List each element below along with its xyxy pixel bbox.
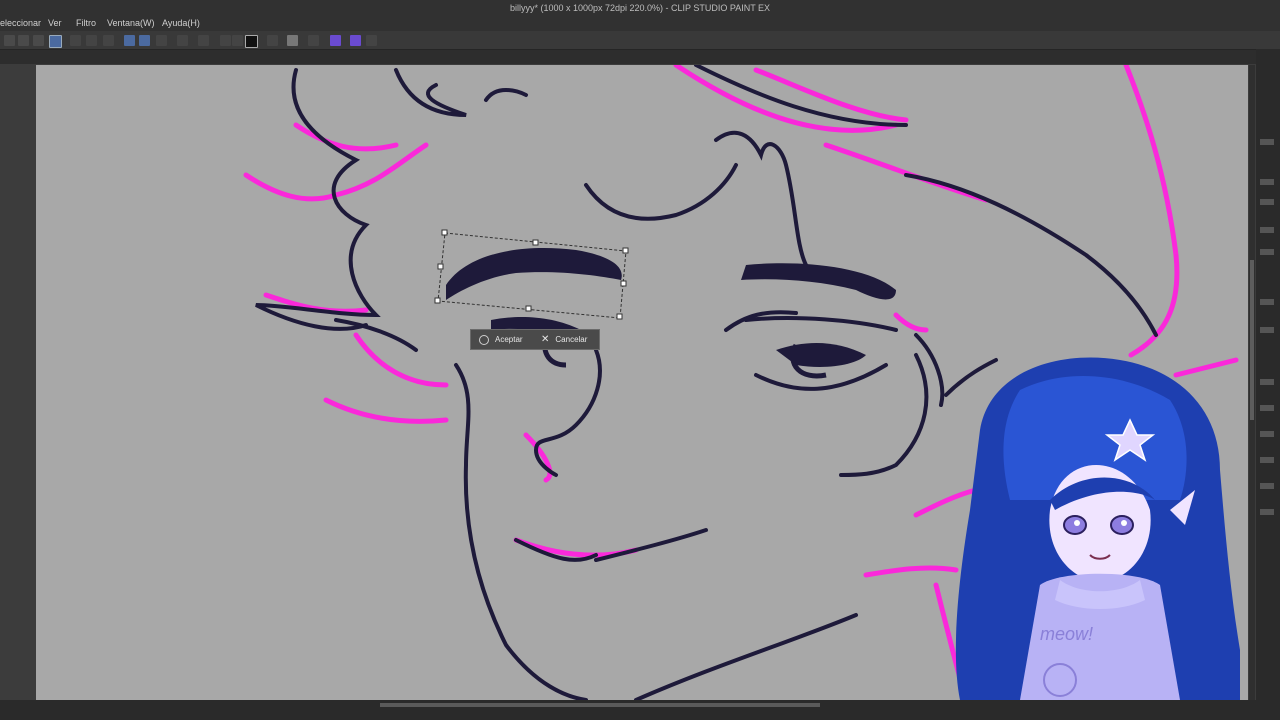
eye-icon[interactable] (1260, 379, 1274, 385)
menu-item-seleccionar[interactable]: eleccionar (0, 16, 41, 31)
accept-button[interactable]: Aceptar (479, 330, 523, 349)
command-toolbar (0, 31, 1280, 50)
gray-swatch-icon[interactable] (287, 35, 298, 46)
panel-tab-icon[interactable] (1260, 179, 1274, 185)
menu-item-ventana[interactable]: Ventana(W) (107, 16, 155, 31)
tone-icon[interactable] (308, 35, 319, 46)
window-title: billyyy* (1000 x 1000px 72dpi 220.0%) - … (0, 0, 1280, 16)
ruler-icon[interactable] (177, 35, 188, 46)
vtuber-avatar-overlay: meow! (940, 350, 1250, 700)
menu-bar: eleccionar Ver Filtro Ventana(W) Ayuda(H… (0, 16, 1280, 31)
panel-tab-icon[interactable] (1260, 327, 1274, 333)
menu-item-ayuda[interactable]: Ayuda(H) (162, 16, 200, 31)
layer-icon[interactable] (86, 35, 97, 46)
menu-item-ver[interactable]: Ver (48, 16, 62, 31)
cancel-label: Cancelar (555, 335, 588, 344)
transform-confirm-bar: Aceptar ✕ Cancelar (470, 329, 600, 350)
panel-tab-icon[interactable] (1260, 227, 1274, 233)
panel-tab-icon[interactable] (1260, 299, 1274, 305)
brush-icon[interactable] (156, 35, 167, 46)
color-swatch-icon[interactable] (245, 35, 258, 48)
select-tool-icon[interactable] (4, 35, 15, 46)
right-dock-panel (1256, 49, 1280, 720)
sub-toolbar (0, 50, 1280, 64)
cancel-button[interactable]: ✕ Cancelar (541, 330, 587, 349)
pencil-icon[interactable] (139, 35, 150, 46)
shape-select-icon[interactable] (33, 35, 44, 46)
eraser-icon[interactable] (220, 35, 231, 46)
chevron-down-icon[interactable] (366, 35, 377, 46)
eye-icon[interactable] (1260, 457, 1274, 463)
vertical-scroll-thumb[interactable] (1250, 260, 1254, 420)
move-icon[interactable] (70, 35, 81, 46)
chevron-down-icon[interactable] (232, 35, 243, 46)
dropper-icon[interactable] (267, 35, 278, 46)
check-circle-icon (479, 334, 489, 345)
pen-icon[interactable] (124, 35, 135, 46)
panel-tab-icon[interactable] (1260, 249, 1274, 255)
accept-label: Aceptar (495, 335, 523, 344)
panel-tab-icon[interactable] (1260, 199, 1274, 205)
eye-icon[interactable] (1260, 405, 1274, 411)
menu-item-filtro[interactable]: Filtro (76, 16, 96, 31)
panel-tab-icon[interactable] (1260, 139, 1274, 145)
close-icon: ✕ (541, 334, 550, 345)
eye-icon[interactable] (1260, 483, 1274, 489)
avatar-illustration: meow! (955, 357, 1240, 700)
lasso-tool-icon[interactable] (18, 35, 29, 46)
fill-icon[interactable] (198, 35, 209, 46)
horizontal-scrollbar[interactable] (380, 703, 820, 707)
eye-icon[interactable] (1260, 431, 1274, 437)
sweater-text: meow! (1040, 624, 1093, 644)
transform-tool-icon[interactable] (49, 35, 62, 48)
eye-icon[interactable] (1260, 509, 1274, 515)
purple-brush-icon[interactable] (350, 35, 361, 46)
purple-swatch-icon[interactable] (330, 35, 341, 46)
crop-icon[interactable] (103, 35, 114, 46)
